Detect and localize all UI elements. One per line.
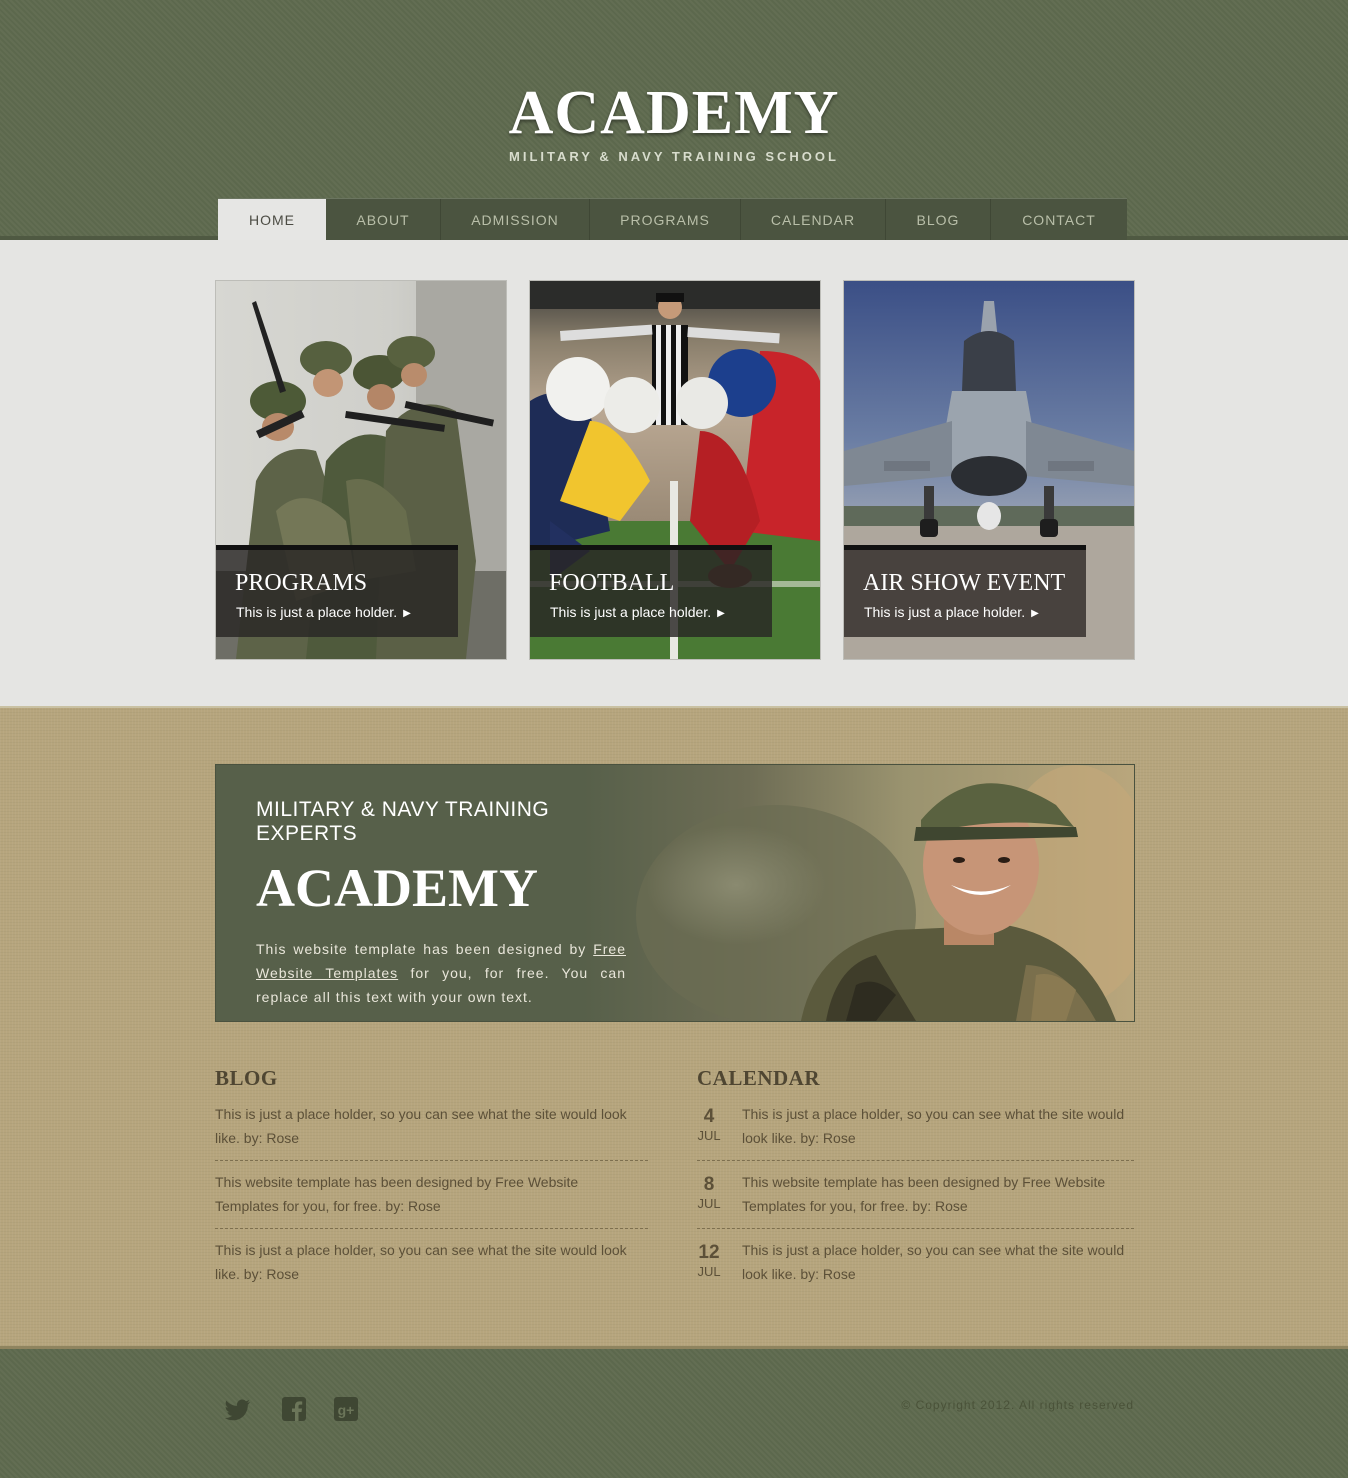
event-date: 12 JUL — [696, 1242, 722, 1280]
blog-divider — [215, 1160, 648, 1161]
calendar-entry[interactable]: This is just a place holder, so you can … — [742, 1102, 1134, 1150]
play-arrow-icon: ▶ — [1031, 608, 1039, 619]
calendar-entry[interactable]: This website template has been designed … — [742, 1170, 1134, 1218]
main-nav: HOME ABOUT ADMISSION PROGRAMS CALENDAR B… — [218, 198, 1127, 241]
event-day: 8 — [703, 1174, 715, 1195]
blog-entry[interactable]: This website template has been designed … — [215, 1170, 645, 1218]
feature-desc: This is just a place holder. — [864, 604, 1026, 620]
feature-desc: This is just a place holder. — [550, 604, 712, 620]
site-logo-title[interactable]: ACADEMY — [0, 78, 1348, 149]
banner-text-before: This website template has been designed … — [256, 941, 594, 957]
calendar-divider — [697, 1160, 1134, 1161]
main-content: MILITARY & NAVY TRAINING EXPERTS ACADEMY… — [0, 708, 1348, 1349]
feature-caption: FOOTBALL This is just a place holder. ▶ — [530, 545, 772, 637]
event-date: 8 JUL — [696, 1174, 722, 1212]
blog-divider — [215, 1228, 648, 1229]
feature-title: PROGRAMS — [235, 570, 368, 596]
blog-entry[interactable]: This is just a place holder, so you can … — [215, 1102, 645, 1150]
calendar-entry[interactable]: This is just a place holder, so you can … — [742, 1238, 1134, 1286]
feature-link[interactable]: This is just a place holder. ▶ — [236, 604, 411, 620]
feature-title: FOOTBALL — [549, 570, 675, 596]
twitter-icon[interactable] — [224, 1395, 252, 1423]
calendar-divider — [697, 1228, 1134, 1229]
svg-text:g+: g+ — [338, 1402, 355, 1418]
facebook-icon[interactable] — [280, 1395, 308, 1423]
feature-caption: AIR SHOW EVENT This is just a place hold… — [844, 545, 1086, 637]
feature-caption: PROGRAMS This is just a place holder. ▶ — [216, 545, 458, 637]
calendar-heading: CALENDAR — [697, 1066, 821, 1090]
nav-home[interactable]: HOME — [218, 199, 326, 241]
nav-calendar[interactable]: CALENDAR — [741, 199, 886, 241]
nav-contact[interactable]: CONTACT — [991, 199, 1127, 241]
nav-admission[interactable]: ADMISSION — [441, 199, 590, 241]
google-plus-icon[interactable]: g+ — [332, 1395, 360, 1423]
feature-link[interactable]: This is just a place holder. ▶ — [550, 604, 725, 620]
banner-text: This website template has been designed … — [256, 937, 626, 1009]
feature-card-programs[interactable]: PROGRAMS This is just a place holder. ▶ — [215, 280, 507, 660]
event-date: 4 JUL — [696, 1106, 722, 1144]
blog-entry[interactable]: This is just a place holder, so you can … — [215, 1238, 645, 1286]
event-month: JUL — [697, 1264, 721, 1279]
feature-title: AIR SHOW EVENT — [863, 570, 1066, 596]
feature-desc: This is just a place holder. — [236, 604, 398, 620]
site-footer: g+ © Copyright 2012. All rights reserved — [0, 1349, 1348, 1478]
feature-link[interactable]: This is just a place holder. ▶ — [864, 604, 1039, 620]
play-arrow-icon: ▶ — [717, 608, 725, 619]
event-day: 12 — [698, 1242, 720, 1263]
feature-card-football[interactable]: FOOTBALL This is just a place holder. ▶ — [529, 280, 821, 660]
event-day: 4 — [703, 1106, 715, 1127]
hero-banner: MILITARY & NAVY TRAINING EXPERTS ACADEMY… — [215, 764, 1135, 1022]
site-logo-subtitle: MILITARY & NAVY TRAINING SCHOOL — [509, 149, 839, 164]
play-arrow-icon: ▶ — [403, 608, 411, 619]
blog-heading: BLOG — [215, 1066, 278, 1090]
banner-title: ACADEMY — [256, 858, 538, 918]
event-month: JUL — [697, 1128, 721, 1143]
nav-programs[interactable]: PROGRAMS — [590, 199, 741, 241]
feature-card-air-show[interactable]: AIR SHOW EVENT This is just a place hold… — [843, 280, 1135, 660]
nav-about[interactable]: ABOUT — [326, 199, 441, 241]
featured-section: PROGRAMS This is just a place holder. ▶ — [0, 240, 1348, 708]
event-month: JUL — [697, 1196, 721, 1211]
banner-kicker: MILITARY & NAVY TRAINING EXPERTS — [256, 798, 550, 845]
copyright-text: © Copyright 2012. All rights reserved — [901, 1398, 1134, 1412]
site-header: ACADEMY MILITARY & NAVY TRAINING SCHOOL … — [0, 0, 1348, 241]
nav-blog[interactable]: BLOG — [886, 199, 991, 241]
